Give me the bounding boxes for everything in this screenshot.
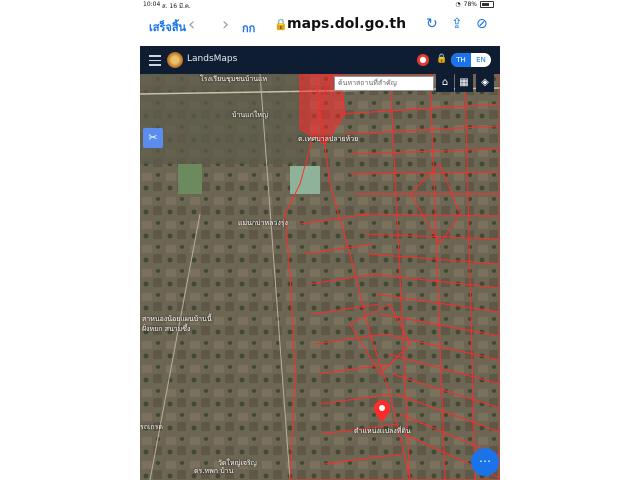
map-label: โรงเรียนชุมชนบ้านแห — [200, 75, 268, 83]
menu-icon[interactable] — [149, 55, 161, 66]
lock-icon: 🔒 — [274, 18, 288, 31]
map-canvas[interactable]: โรงเรียนชุมชนบ้านแห บ้านแก่ใหญ่ แม่นกบ่า… — [140, 74, 500, 480]
status-right: ◔ 78% — [455, 1, 494, 8]
status-bar: 10:04 ส. 16 มี.ค. ◔ 78% — [140, 0, 500, 10]
reload-icon[interactable]: ↻ — [426, 16, 438, 32]
lang-en[interactable]: EN — [471, 53, 491, 67]
close-icon[interactable]: ✕ — [415, 74, 433, 92]
lang-th[interactable]: TH — [451, 53, 471, 67]
language-toggle[interactable]: TH EN — [451, 53, 491, 67]
forward-icon[interactable]: › — [222, 14, 229, 35]
wifi-icon: ◔ — [455, 1, 461, 8]
text-size-button[interactable]: กก — [242, 19, 255, 37]
tools-icon[interactable]: ✂ — [143, 128, 163, 148]
address-bar-url[interactable]: maps.dol.go.th — [287, 16, 406, 32]
status-time: 10:04 — [143, 1, 161, 8]
map-pin-icon[interactable] — [374, 400, 390, 422]
app-header: LandsMaps ● 🔒 TH EN — [140, 46, 500, 74]
grid-icon[interactable]: ▦ — [455, 74, 473, 92]
map-label: รถเกรด — [140, 423, 163, 431]
browser-toolbar: เสร็จสิ้น ‹ › กก 🔒 maps.dol.go.th ↻ ⇪ ⊘ — [140, 10, 500, 44]
map-label: ตำแหน่งเเปลงที่ดิน — [354, 427, 411, 435]
map-label: ฝั่งหยก สนามซึ้ง — [142, 325, 191, 333]
home-icon[interactable]: ⌂ — [436, 74, 454, 92]
pond — [178, 164, 202, 194]
compass-icon[interactable]: ⊘ — [476, 16, 488, 32]
ipad-safari-window: 10:04 ส. 16 มี.ค. ◔ 78% เสร็จสิ้น ‹ › กก… — [140, 0, 500, 480]
map-label: ต.เทศบาลปลายห้วย — [298, 135, 359, 143]
app-logo — [167, 52, 183, 68]
lock-icon[interactable]: 🔒 — [436, 54, 447, 64]
layers-icon[interactable]: ◈ — [476, 74, 494, 92]
map-label: ตร.หพก บ้าน — [194, 467, 234, 475]
map-label: บ้านแก่ใหญ่ — [232, 111, 268, 119]
back-icon[interactable]: ‹ — [188, 14, 195, 35]
more-icon[interactable]: ⋯ — [471, 448, 499, 476]
map-label: แม่นกบ่าหลวงรุ่ง — [238, 219, 288, 227]
done-button[interactable]: เสร็จสิ้น — [149, 18, 186, 36]
battery-text: 78% — [463, 1, 477, 8]
battery-icon — [480, 1, 494, 8]
alert-icon[interactable]: ● — [417, 54, 429, 66]
app-name: LandsMaps — [187, 54, 238, 64]
share-icon[interactable]: ⇪ — [451, 16, 463, 32]
pond — [290, 166, 320, 194]
